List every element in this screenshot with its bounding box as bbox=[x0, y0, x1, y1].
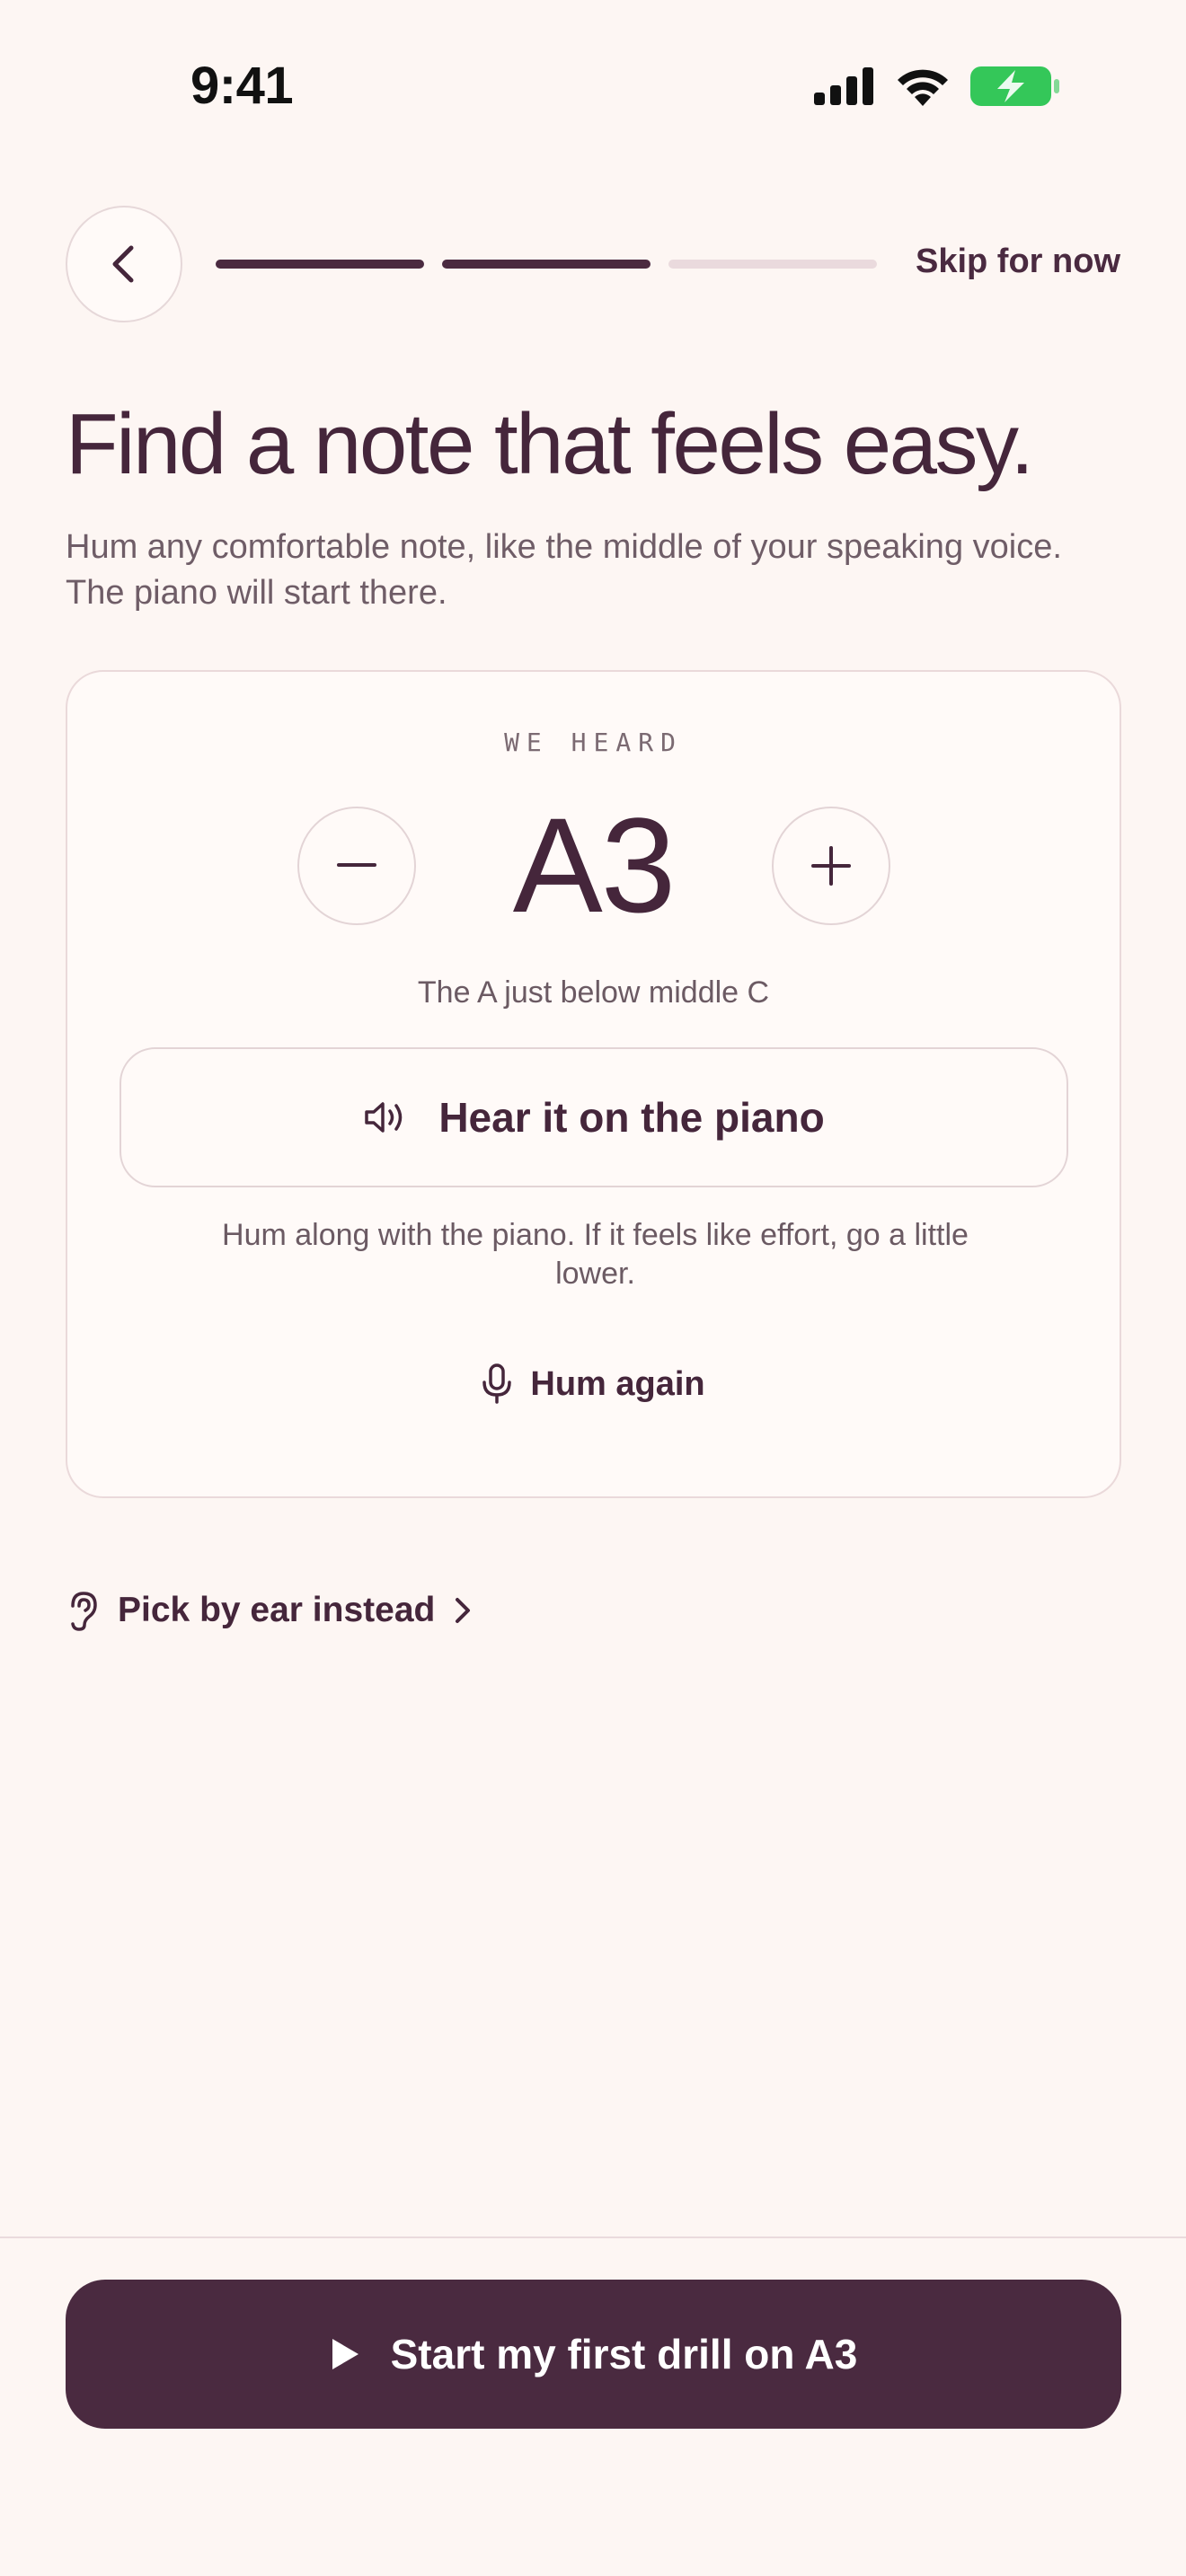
start-drill-button[interactable]: Start my first drill on A3 bbox=[66, 2280, 1121, 2429]
lower-note-button[interactable] bbox=[297, 807, 416, 925]
progress-step-2 bbox=[442, 260, 651, 269]
hum-hint: Hum along with the piano. If it feels li… bbox=[222, 1218, 969, 1291]
onboarding-progress bbox=[216, 260, 877, 269]
hear-on-piano-button[interactable]: Hear it on the piano bbox=[119, 1047, 1068, 1187]
page-title: Find a note that feels easy. bbox=[66, 396, 1034, 492]
wifi-icon bbox=[898, 69, 948, 106]
start-drill-label: Start my first drill on A3 bbox=[390, 2331, 858, 2378]
bottom-divider bbox=[0, 2236, 1186, 2238]
detected-note-card: WE HEARD A3 The A just below middle C He… bbox=[66, 670, 1121, 1498]
chevron-right-icon bbox=[456, 1598, 471, 1623]
hum-again-button[interactable]: Hum again bbox=[67, 1363, 1120, 1405]
microphone-icon bbox=[482, 1363, 512, 1404]
raise-note-button[interactable] bbox=[772, 807, 890, 925]
progress-step-1 bbox=[216, 260, 424, 269]
status-time: 9:41 bbox=[190, 57, 294, 115]
ear-icon bbox=[71, 1592, 97, 1631]
back-button[interactable] bbox=[66, 206, 182, 322]
pick-by-ear-label: Pick by ear instead bbox=[118, 1591, 436, 1629]
skip-button[interactable]: Skip for now bbox=[916, 243, 1120, 281]
progress-step-3 bbox=[668, 260, 877, 269]
hum-again-label: Hum again bbox=[530, 1364, 705, 1403]
card-label: WE HEARD bbox=[504, 728, 683, 757]
status-icons bbox=[814, 65, 1060, 108]
detected-note: A3 bbox=[512, 790, 676, 940]
hear-on-piano-label: Hear it on the piano bbox=[438, 1094, 825, 1141]
minus-icon bbox=[337, 863, 376, 867]
cellular-signal-icon bbox=[814, 67, 873, 105]
pick-by-ear-link[interactable]: Pick by ear instead bbox=[66, 1590, 473, 1631]
page-subtitle: Hum any comfortable note, like the middl… bbox=[66, 528, 1062, 612]
chevron-left-icon bbox=[112, 245, 134, 283]
note-description: The A just below middle C bbox=[417, 975, 770, 1010]
battery-charging-icon bbox=[970, 66, 1059, 106]
play-icon bbox=[332, 2339, 358, 2369]
plus-icon bbox=[811, 846, 851, 886]
speaker-icon bbox=[365, 1102, 403, 1133]
